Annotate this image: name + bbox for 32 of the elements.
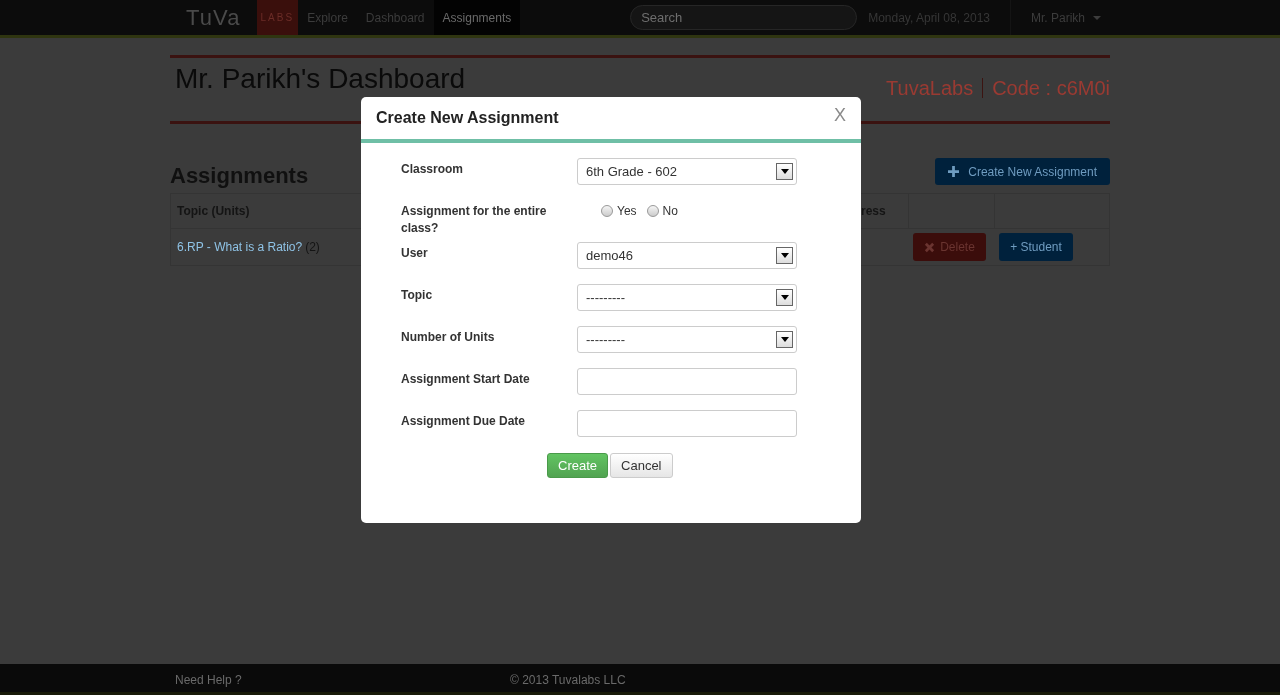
add-student-button[interactable]: + Student xyxy=(999,233,1073,261)
field-label: Assignment for the entire class? xyxy=(401,203,548,237)
date-input-field[interactable] xyxy=(577,410,797,437)
field-label: Number of Units xyxy=(401,329,496,346)
close-button[interactable]: X xyxy=(834,102,846,129)
select-field[interactable]: demo46 xyxy=(577,242,797,269)
radio-option[interactable]: No xyxy=(646,202,678,220)
field-label: Assignment Due Date xyxy=(401,413,527,430)
help-link[interactable]: Need Help ? xyxy=(175,671,242,689)
copyright-text: © 2013 Tuvalabs LLC xyxy=(510,672,626,689)
field-label: Assignment Start Date xyxy=(401,371,531,388)
select-field[interactable]: --------- xyxy=(577,326,797,353)
cancel-button[interactable]: Cancel xyxy=(610,453,673,478)
field-label: Topic xyxy=(401,287,434,304)
nav-link[interactable]: Assignments xyxy=(433,0,521,35)
class-code: Code : c6M0i xyxy=(992,76,1110,101)
search-field[interactable]: Search xyxy=(630,5,858,30)
select-field[interactable]: --------- xyxy=(577,284,797,311)
topic-link[interactable]: 6.RP - What is a Ratio? xyxy=(177,240,303,254)
close-icon xyxy=(924,241,936,253)
brand-text: TuvaLabs xyxy=(886,76,974,101)
modal-title: Create New Assignment xyxy=(376,108,559,128)
date-input-field[interactable] xyxy=(577,368,797,395)
caret-icon xyxy=(1093,15,1101,20)
radio-button[interactable] xyxy=(646,205,659,217)
field-label: Classroom xyxy=(401,161,465,178)
radio-button[interactable] xyxy=(601,205,613,217)
radio-option[interactable]: Yes xyxy=(601,202,637,220)
field-label: User xyxy=(401,245,429,262)
create-assignment-button[interactable]: Create New Assignment xyxy=(935,158,1110,185)
select-field[interactable]: 6th Grade - 602 xyxy=(577,158,797,185)
plus-icon xyxy=(948,166,960,177)
